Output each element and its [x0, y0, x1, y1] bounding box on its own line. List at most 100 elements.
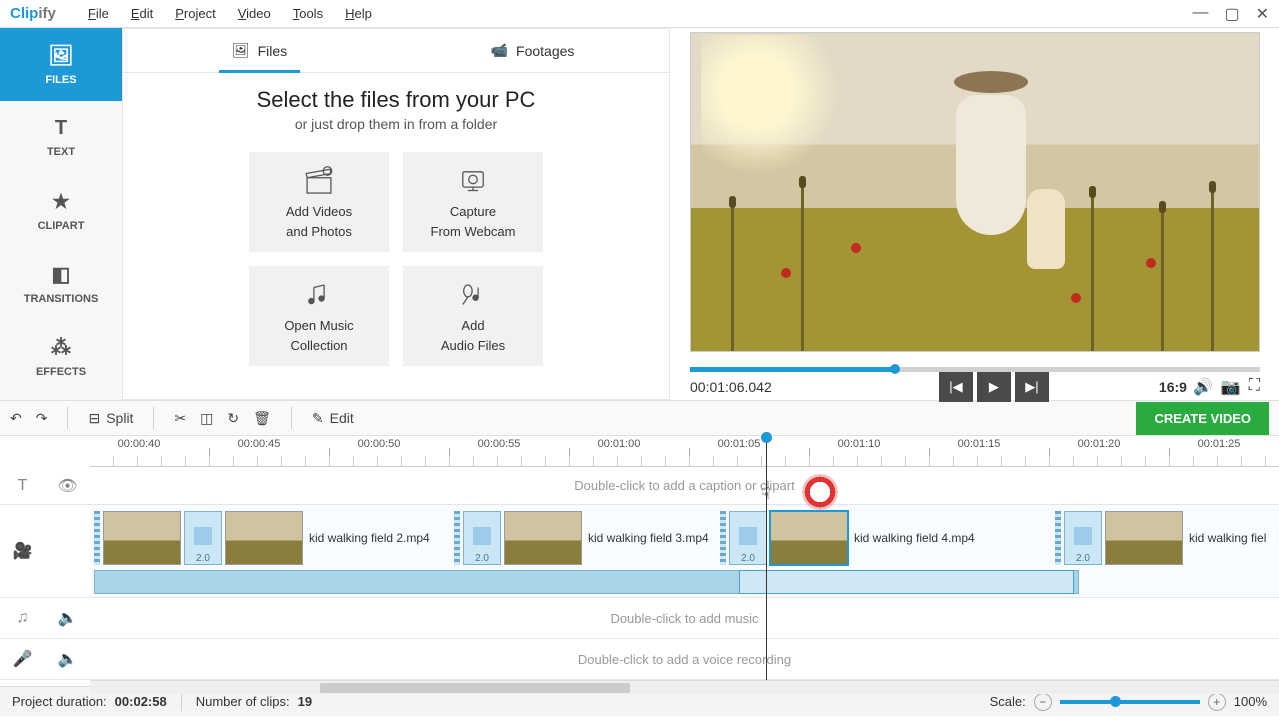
cursor-icon: ☟	[761, 484, 771, 504]
wand-icon: ⁂	[51, 335, 71, 360]
files-grid: Add Videosand Photos CaptureFrom Webcam …	[123, 152, 669, 366]
delete-button[interactable]: 🗑	[253, 410, 271, 427]
menu-video[interactable]: Video	[228, 3, 281, 24]
time-ruler[interactable]: 00:00:40 00:00:45 00:00:50 00:00:55 00:0…	[90, 436, 1279, 467]
app-logo: Clipify	[10, 5, 56, 22]
tab-transitions[interactable]: ◧TRANSITIONS	[0, 247, 122, 320]
files-tab-footages[interactable]: 📹Footages	[396, 29, 669, 72]
transition-icon[interactable]: 2.0	[1064, 511, 1102, 565]
play-button[interactable]: ▶	[977, 372, 1011, 402]
prev-button[interactable]: |◀	[939, 372, 973, 402]
image-icon: 🖼	[48, 43, 73, 68]
card-capture-webcam[interactable]: CaptureFrom Webcam	[403, 152, 543, 252]
caption-track[interactable]: Double-click to add a caption or clipart	[90, 467, 1279, 505]
left-tabs: 🖼FILES TTEXT ★CLIPART ◧TRANSITIONS ⁂EFFE…	[0, 28, 122, 400]
clip-3-selected[interactable]: 2.0 kid walking field 4.mp4	[720, 509, 978, 567]
files-icon: 🖼	[232, 42, 250, 59]
files-panel: 🖼Files 📹Footages Select the files from y…	[122, 28, 670, 400]
clapper-icon	[302, 165, 336, 199]
pencil-icon: ✎	[312, 410, 324, 427]
menubar: Clipify File Edit Project Video Tools He…	[0, 0, 1279, 28]
card-add-videos[interactable]: Add Videosand Photos	[249, 152, 389, 252]
transport: |◀ ▶ ▶|	[939, 372, 1049, 402]
window-close-icon[interactable]: ✕	[1256, 4, 1269, 24]
music-track-icon[interactable]: ♫	[0, 609, 45, 627]
preview-panel: 00:01:06.042 |◀ ▶ ▶| 16:9 🔊 📷 ⛶	[670, 28, 1279, 400]
playhead[interactable]	[766, 436, 767, 680]
video-track-icon[interactable]: 🎥	[0, 541, 45, 561]
camera-icon: 📹	[491, 42, 508, 59]
menu-tools[interactable]: Tools	[283, 3, 333, 24]
tab-text[interactable]: TTEXT	[0, 101, 122, 174]
transition-icon[interactable]: 2.0	[463, 511, 501, 565]
card-open-music[interactable]: Open MusicCollection	[249, 266, 389, 366]
tab-clipart[interactable]: ★CLIPART	[0, 174, 122, 247]
snapshot-icon[interactable]: 📷	[1221, 377, 1241, 397]
video-track[interactable]: 2.0 kid walking field 2.mp4 2.0 kid walk…	[90, 505, 1279, 598]
speaker-icon[interactable]: 🔈	[45, 649, 90, 669]
music-notes-icon	[302, 279, 336, 313]
menu-edit[interactable]: Edit	[121, 3, 163, 24]
crop-button[interactable]: ◫	[200, 410, 213, 427]
star-icon: ★	[52, 189, 70, 214]
timeline-toolbar: ↶ ↷ ⊟Split ✂ ◫ ↻ 🗑 ✎Edit CREATE VIDEO	[0, 400, 1279, 436]
text-icon: T	[55, 117, 67, 140]
clip-4[interactable]: 2.0 kid walking fiel	[1055, 509, 1269, 567]
tab-effects[interactable]: ⁂EFFECTS	[0, 320, 122, 393]
status-clips: 19	[298, 694, 312, 709]
window-maximize-icon[interactable]: ▢	[1224, 4, 1239, 24]
zoom-in-button[interactable]: +	[1208, 693, 1226, 711]
voice-track[interactable]: Double-click to add a voice recording	[90, 639, 1279, 680]
preview-controls: 00:01:06.042 |◀ ▶ ▶| 16:9 🔊 📷 ⛶	[690, 370, 1260, 404]
volume-icon[interactable]: 🔊	[1193, 377, 1213, 397]
timeline-scrollbar[interactable]	[90, 680, 1279, 694]
status-duration: 00:02:58	[115, 694, 167, 709]
aspect-selector[interactable]: 16:9	[1159, 379, 1187, 395]
status-clips-label: Number of clips:	[196, 694, 290, 709]
audio-strip-selected[interactable]	[739, 570, 1074, 594]
clip-1[interactable]: 2.0 kid walking field 2.mp4	[94, 509, 433, 567]
redo-button[interactable]: ↷	[36, 410, 48, 427]
menu-file[interactable]: File	[78, 3, 119, 24]
cut-button[interactable]: ✂	[174, 410, 186, 427]
webcam-icon	[456, 165, 490, 199]
split-button[interactable]: ⊟Split	[88, 410, 133, 427]
clip-2[interactable]: 2.0 kid walking field 3.mp4	[454, 509, 712, 567]
scale-control: Scale: − + 100%	[990, 693, 1267, 711]
mic-track-icon[interactable]: 🎤	[0, 649, 45, 669]
zoom-slider[interactable]	[1060, 700, 1200, 704]
next-button[interactable]: ▶|	[1015, 372, 1049, 402]
transition-icon[interactable]: 2.0	[184, 511, 222, 565]
text-track-icon[interactable]: T	[0, 477, 45, 495]
top-region: 🖼FILES TTEXT ★CLIPART ◧TRANSITIONS ⁂EFFE…	[0, 28, 1279, 400]
mic-notes-icon	[456, 279, 490, 313]
files-subheading: or just drop them in from a folder	[123, 116, 669, 132]
create-video-button[interactable]: CREATE VIDEO	[1136, 402, 1269, 435]
track-headers: T👁 🎥 ♫🔈 🎤🔈	[0, 467, 90, 717]
edit-button[interactable]: ✎Edit	[312, 410, 354, 427]
rotate-button[interactable]: ↻	[227, 410, 239, 427]
zoom-value: 100%	[1234, 694, 1267, 709]
tab-files[interactable]: 🖼FILES	[0, 28, 122, 101]
menu-help[interactable]: Help	[335, 3, 382, 24]
menu-project[interactable]: Project	[165, 3, 225, 24]
transition-icon[interactable]: 2.0	[729, 511, 767, 565]
music-track[interactable]: Double-click to add music	[90, 598, 1279, 639]
files-tab-files[interactable]: 🖼Files	[123, 29, 396, 72]
eye-icon[interactable]: 👁	[45, 476, 90, 496]
speaker-icon[interactable]: 🔈	[45, 608, 90, 628]
window-minimize-icon[interactable]: —	[1192, 4, 1208, 24]
tracks: ☟ Double-click to add a caption or clipa…	[90, 467, 1279, 680]
transitions-icon: ◧	[52, 262, 71, 287]
files-heading: Select the files from your PC	[123, 87, 669, 113]
click-indicator	[802, 474, 838, 510]
card-add-audio[interactable]: AddAudio Files	[403, 266, 543, 366]
fullscreen-icon[interactable]: ⛶	[1249, 377, 1260, 397]
split-icon: ⊟	[88, 410, 100, 427]
undo-button[interactable]: ↶	[10, 410, 22, 427]
timeline: T👁 🎥 ♫🔈 🎤🔈 00:00:40 00:00:45 00:00:50 00…	[0, 436, 1279, 686]
preview-viewport[interactable]	[690, 32, 1260, 352]
scale-label: Scale:	[990, 694, 1026, 709]
zoom-out-button[interactable]: −	[1034, 693, 1052, 711]
files-panel-tabs: 🖼Files 📹Footages	[123, 29, 669, 73]
